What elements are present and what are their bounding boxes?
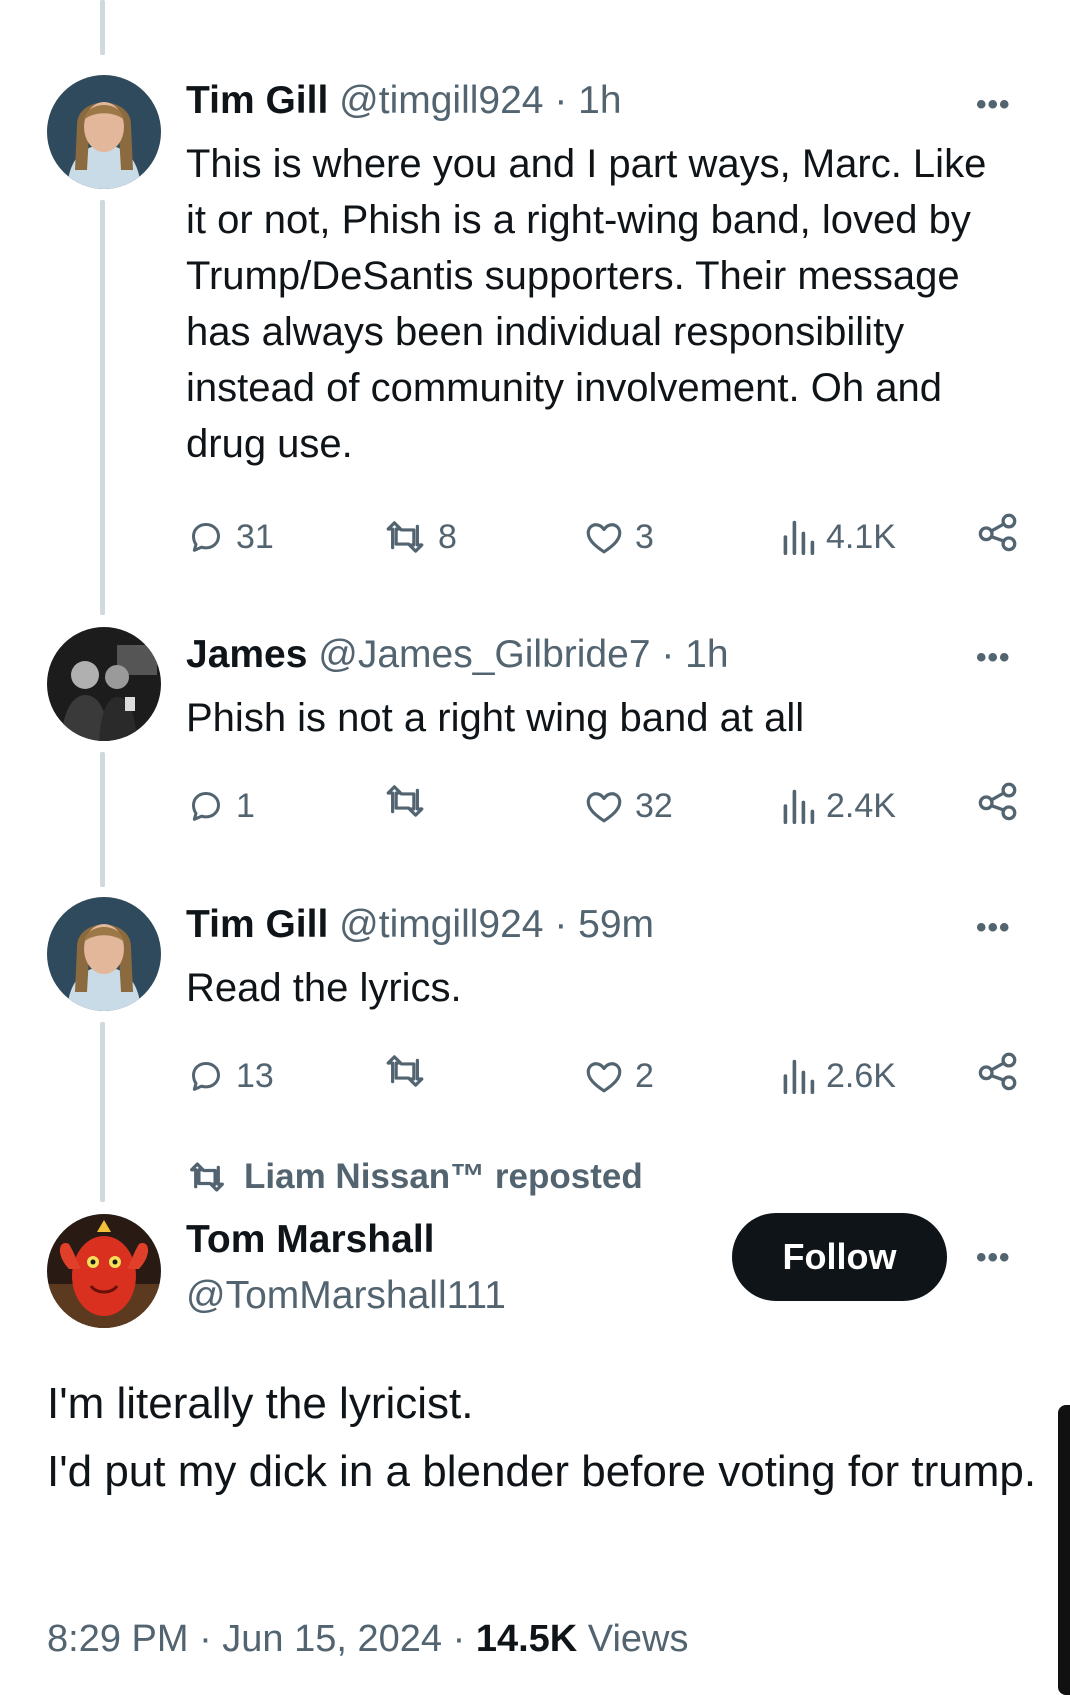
like-button[interactable]: 3: [583, 512, 654, 562]
share-button[interactable]: [976, 1051, 1020, 1091]
tweet-text: This is where you and I part ways, Marc.…: [186, 142, 987, 466]
views-label: Views: [587, 1618, 689, 1660]
author-name-row: Tom Marshall: [186, 1217, 435, 1263]
share-button[interactable]: [976, 781, 1020, 821]
like-count: 2: [635, 1057, 654, 1095]
avatar[interactable]: [47, 75, 161, 189]
tweet-text-line: I'd put my dick in a blender before voti…: [47, 1447, 1037, 1496]
repost-icon: [190, 1162, 224, 1192]
thread-line: [100, 752, 105, 887]
views-button[interactable]: 2.6K: [780, 1051, 896, 1101]
tweet-actions: 1 32 2.4K: [186, 781, 1026, 831]
reply-count: 31: [236, 518, 274, 556]
scrollbar[interactable]: [1058, 1405, 1070, 1695]
heart-icon: [586, 1062, 622, 1093]
tweet-header: Tim Gill @timgill924 · 59m: [186, 902, 654, 948]
avatar[interactable]: [47, 627, 161, 741]
avatar[interactable]: [47, 1214, 161, 1328]
reply-button[interactable]: 1: [186, 781, 255, 831]
views-button[interactable]: 2.4K: [780, 781, 896, 831]
repost-icon: [386, 785, 424, 817]
avatar[interactable]: [47, 897, 161, 1011]
tweet-text: Phish is not a right wing band at all: [186, 696, 805, 740]
repost-icon: [386, 1055, 424, 1087]
tweet-text: Read the lyrics.: [186, 966, 462, 1010]
more-options-button[interactable]: •••: [976, 913, 1011, 943]
repost-button[interactable]: 8: [382, 512, 457, 562]
repost-icon: [386, 521, 424, 553]
author-name[interactable]: James: [186, 633, 307, 676]
tweet-header: Tim Gill @timgill924 · 1h: [186, 78, 622, 124]
views-count: 2.4K: [826, 787, 896, 825]
reply-icon: [192, 523, 220, 552]
tweet-header: James @James_Gilbride7 · 1h: [186, 632, 729, 678]
share-button[interactable]: [976, 512, 1020, 552]
heart-icon: [586, 523, 622, 554]
thread-line: [100, 0, 105, 55]
tweet-time[interactable]: · 1h: [554, 79, 621, 122]
reply-count: 13: [236, 1057, 274, 1095]
author-name[interactable]: Tim Gill: [186, 903, 328, 946]
heart-icon: [586, 792, 622, 823]
reply-button[interactable]: 13: [186, 1051, 274, 1101]
reply-button[interactable]: 31: [186, 512, 274, 562]
like-button[interactable]: 32: [583, 781, 673, 831]
follow-button[interactable]: Follow: [732, 1213, 947, 1301]
tweet-actions: 31 8 3 4.1K: [186, 512, 1026, 562]
repost-count: 8: [438, 518, 457, 556]
views-count: 4.1K: [826, 518, 896, 556]
views-count: 14.5K: [475, 1618, 578, 1660]
share-icon: [978, 782, 1017, 821]
views-chart-icon: [783, 1059, 815, 1094]
like-count: 32: [635, 787, 673, 825]
thread-line: [100, 200, 105, 615]
tweet-meta: 8:29 PM · Jun 15, 2024 · 14.5K Views: [47, 1618, 688, 1661]
share-icon: [978, 513, 1017, 552]
views-button[interactable]: 4.1K: [780, 512, 896, 562]
author-handle[interactable]: @timgill924: [339, 79, 543, 122]
more-options-button[interactable]: •••: [976, 90, 1011, 120]
reply-icon: [192, 1062, 220, 1091]
repost-button[interactable]: [382, 1051, 438, 1091]
like-count: 3: [635, 518, 654, 556]
author-handle[interactable]: @timgill924: [339, 903, 543, 946]
views-chart-icon: [783, 520, 815, 555]
views-chart-icon: [783, 789, 815, 824]
more-options-button[interactable]: •••: [976, 1243, 1011, 1273]
author-handle-row: @TomMarshall111: [186, 1273, 506, 1319]
repost-notice-text: Liam Nissan™ reposted: [244, 1157, 643, 1196]
views-count: 2.6K: [826, 1057, 896, 1095]
more-options-button[interactable]: •••: [976, 643, 1011, 673]
tweet-actions: 13 2 2.6K: [186, 1051, 1026, 1101]
tweet-timestamp[interactable]: 8:29 PM · Jun 15, 2024 ·: [47, 1618, 465, 1660]
reply-icon: [192, 792, 220, 821]
reply-count: 1: [236, 787, 255, 825]
author-handle[interactable]: @TomMarshall111: [186, 1274, 506, 1317]
thread-line: [100, 1022, 105, 1202]
tweet-time[interactable]: · 1h: [661, 633, 728, 676]
tweet-text: I'm literally the lyricist. I'd put my d…: [47, 1370, 1037, 1506]
author-name[interactable]: Tim Gill: [186, 79, 328, 122]
repost-notice[interactable]: Liam Nissan™ reposted: [186, 1157, 643, 1197]
author-handle[interactable]: @James_Gilbride7: [318, 633, 650, 676]
tweet-text-line: I'm literally the lyricist.: [47, 1379, 474, 1428]
tweet-time[interactable]: · 59m: [554, 903, 654, 946]
like-button[interactable]: 2: [583, 1051, 654, 1101]
repost-button[interactable]: [382, 781, 438, 821]
author-name[interactable]: Tom Marshall: [186, 1218, 435, 1261]
share-icon: [978, 1052, 1017, 1091]
